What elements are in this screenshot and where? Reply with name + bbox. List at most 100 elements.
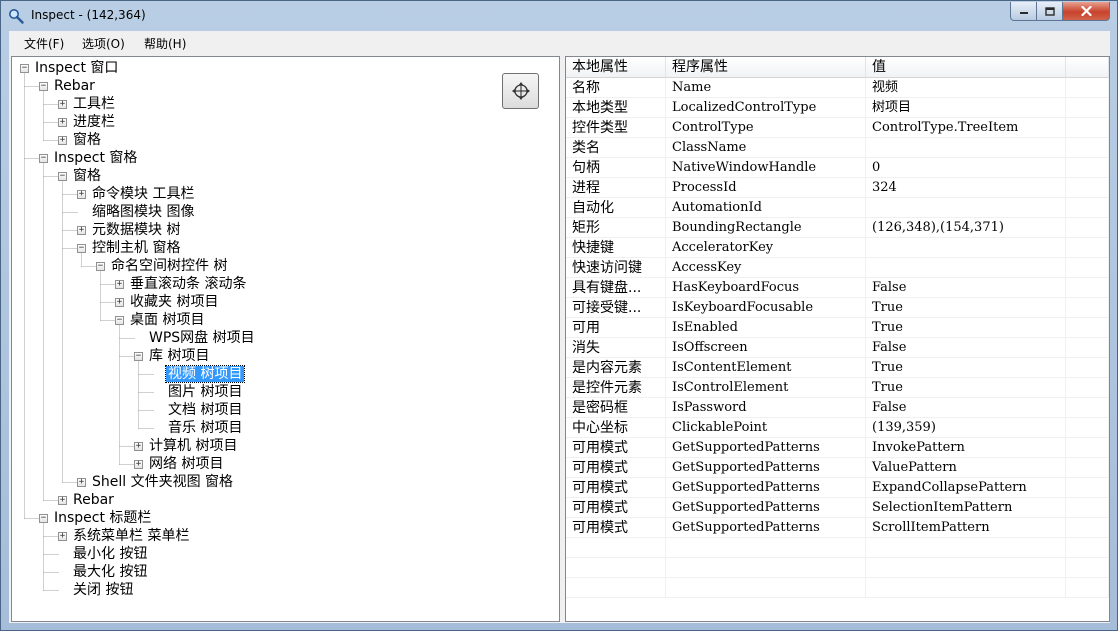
expand-plus-icon[interactable]: + [58,496,67,505]
tree-item-label: 最小化 按钮 [73,546,148,562]
tree-item[interactable]: 桌面 树项目 [128,311,206,329]
collapse-minus-icon[interactable]: − [20,64,29,73]
collapse-minus-icon[interactable]: − [77,244,86,253]
property-row[interactable]: 可用模式 GetSupportedPatterns ScrollItemPatter… [566,518,1109,538]
property-row[interactable]: 是密码框 IsPassword False [566,398,1109,418]
property-row[interactable]: 控件类型 ControlType ControlType.TreeItem [566,118,1109,138]
filler-cell [1066,178,1109,198]
minimize-button[interactable] [1010,2,1037,21]
property-row[interactable]: 自动化 AutomationId [566,198,1109,218]
properties-list[interactable]: 本地属性 程序属性 值 名称 Name 视频 本地类型 LocalizedControl… [565,56,1110,622]
tree-item[interactable]: 系统菜单栏 菜单栏 [71,527,191,545]
tree-item[interactable]: 元数据模块 树 [90,221,182,239]
menu-help[interactable]: 帮助(H) [144,35,186,52]
tree-item[interactable]: 网络 树项目 [147,455,225,473]
tree-item[interactable]: 库 树项目 [147,347,211,365]
tree-item[interactable]: 垂直滚动条 滚动条 [128,275,248,293]
expand-plus-icon[interactable]: + [77,190,86,199]
property-row[interactable]: 是内容元素 IsContentElement True [566,358,1109,378]
property-row[interactable]: 类名 ClassName [566,138,1109,158]
maximize-button[interactable] [1037,2,1063,21]
property-row[interactable]: 快速访问键 AccessKey [566,258,1109,278]
property-row[interactable]: 本地类型 LocalizedControlType 树项目 [566,98,1109,118]
tree-item[interactable]: 控制主机 窗格 [90,239,182,257]
property-row[interactable]: 可用模式 GetSupportedPatterns ValuePattern [566,458,1109,478]
title-bar[interactable]: Inspect - (142,364) [1,1,1117,31]
filler-cell [1066,318,1109,338]
collapse-minus-icon[interactable]: − [134,352,143,361]
property-row[interactable]: 可用模式 GetSupportedPatterns ExpandCollapsePa… [566,478,1109,498]
tree-item[interactable]: Inspect 标题栏 [52,509,153,527]
expand-plus-icon[interactable]: + [58,136,67,145]
menu-options[interactable]: 选项(O) [82,35,125,52]
property-row[interactable]: 中心坐标 ClickablePoint (139,359) [566,418,1109,438]
tree-item[interactable]: 计算机 树项目 [147,437,239,455]
tree-item[interactable]: 最大化 按钮 [71,563,149,581]
property-row[interactable]: 可用模式 GetSupportedPatterns SelectionItemPat… [566,498,1109,518]
property-row[interactable]: 矩形 BoundingRectangle (126,348),(154,371) [566,218,1109,238]
value-cell: 视频 [866,78,1066,98]
expand-plus-icon[interactable]: + [134,460,143,469]
expand-plus-icon[interactable]: + [58,100,67,109]
expand-plus-icon[interactable]: + [58,118,67,127]
property-row[interactable]: 名称 Name 视频 [566,78,1109,98]
expand-plus-icon[interactable]: + [115,280,124,289]
tree-item[interactable]: 命令模块 工具栏 [90,185,196,203]
tree-item-label: 元数据模块 树 [92,222,181,238]
property-row[interactable]: 是控件元素 IsControlElement True [566,378,1109,398]
collapse-minus-icon[interactable]: − [39,514,48,523]
tree-item-label: 控制主机 窗格 [92,240,181,256]
property-row[interactable]: 进程 ProcessId 324 [566,178,1109,198]
collapse-minus-icon[interactable]: − [96,262,105,271]
menu-file[interactable]: 文件(F) [24,35,64,52]
tree-item[interactable]: Rebar [52,77,97,95]
tree-item[interactable]: 收藏夹 树项目 [128,293,220,311]
collapse-minus-icon[interactable]: − [39,154,48,163]
property-row[interactable]: 消失 IsOffscreen False [566,338,1109,358]
header-program-property[interactable]: 程序属性 [666,57,866,78]
tree-item[interactable]: 文档 树项目 [166,401,244,419]
close-button[interactable] [1063,2,1110,21]
collapse-minus-icon[interactable]: − [58,172,67,181]
property-row[interactable]: 可接受键... IsKeyboardFocusable True [566,298,1109,318]
expand-plus-icon[interactable]: + [115,298,124,307]
local-property-cell: 可用模式 [566,518,666,538]
collapse-minus-icon[interactable]: − [39,82,48,91]
tree-item[interactable]: 缩略图模块 图像 [90,203,196,221]
tree-item[interactable]: 视频 树项目 [164,365,246,383]
tree-item[interactable]: 窗格 [71,131,103,149]
element-tree[interactable]: Inspect 窗口 − Rebar − 工具栏 + 进度栏 + 窗格 + Inspect 窗格 − 窗… [11,56,560,622]
property-row[interactable]: 快捷键 AcceleratorKey [566,238,1109,258]
property-row[interactable]: 句柄 NativeWindowHandle 0 [566,158,1109,178]
tree-item[interactable]: 最小化 按钮 [71,545,149,563]
expand-plus-icon[interactable]: + [58,532,67,541]
tree-item[interactable]: 工具栏 [71,95,117,113]
property-row[interactable]: 可用 IsEnabled True [566,318,1109,338]
header-local-property[interactable]: 本地属性 [566,57,666,78]
tree-item[interactable]: Inspect 窗口 [33,59,120,77]
tree-item[interactable]: 图片 树项目 [166,383,244,401]
value-cell [866,258,1066,278]
tree-item[interactable]: 窗格 [71,167,103,185]
expand-plus-icon[interactable]: + [134,442,143,451]
tree-item[interactable]: Inspect 窗格 [52,149,139,167]
value-cell: (139,359) [866,418,1066,438]
tree-item[interactable]: WPS网盘 树项目 [147,329,257,347]
expand-plus-icon[interactable]: + [77,226,86,235]
tree-item[interactable]: 音乐 树项目 [166,419,244,437]
value-cell [866,198,1066,218]
property-row[interactable]: 具有键盘... HasKeyboardFocus False [566,278,1109,298]
property-row[interactable]: 可用模式 GetSupportedPatterns InvokePattern [566,438,1109,458]
expand-plus-icon[interactable]: + [77,478,86,487]
tree-item[interactable]: 命名空间树控件 树 [109,257,229,275]
tree-item[interactable]: 进度栏 [71,113,117,131]
filler-cell [1066,238,1109,258]
tree-item[interactable]: Shell 文件夹视图 窗格 [90,473,235,491]
tree-item[interactable]: Rebar [71,491,116,509]
tree-item[interactable]: 关闭 按钮 [71,581,135,599]
program-property-cell: AccessKey [666,258,866,278]
highlight-element-button[interactable] [502,73,539,109]
header-value[interactable]: 值 [866,57,1066,78]
collapse-minus-icon[interactable]: − [115,316,124,325]
value-cell: True [866,358,1066,378]
